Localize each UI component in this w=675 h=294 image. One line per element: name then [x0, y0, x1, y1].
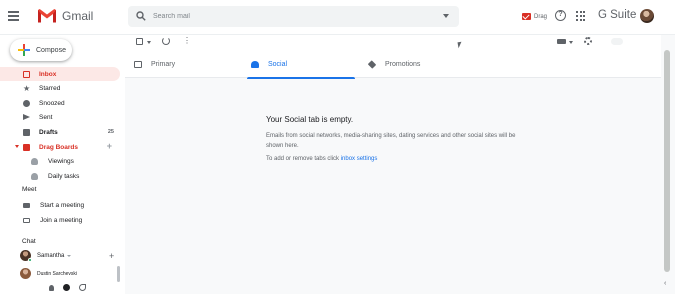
compose-button[interactable]: Compose: [10, 39, 72, 61]
compose-label: Compose: [36, 46, 66, 54]
chat-footer: [49, 284, 86, 291]
sidebar-item-label: Drafts: [39, 128, 58, 136]
sidebar-item-inbox[interactable]: Inbox: [0, 67, 120, 81]
tab-promotions[interactable]: Promotions: [367, 51, 478, 78]
account-avatar[interactable]: [640, 9, 654, 23]
gmail-logo-icon[interactable]: [37, 8, 57, 23]
chat-user-name: Samantha: [37, 252, 65, 259]
clock-icon: [23, 99, 30, 107]
people-icon: [251, 61, 259, 68]
chat-user-dustin[interactable]: Dustin Sarchevski: [20, 268, 77, 279]
drafts-count: 25: [107, 129, 114, 135]
tab-label: Promotions: [385, 61, 421, 68]
empty-state-description: Emails from social networks, media-shari…: [266, 133, 516, 149]
empty-state-title: Your Social tab is empty.: [266, 115, 354, 124]
inbox-icon: [23, 70, 30, 78]
category-tabs: Primary Social Promotions: [125, 51, 661, 79]
gear-icon[interactable]: [584, 37, 592, 45]
tab-label: Social: [268, 61, 288, 68]
search-input[interactable]: [153, 9, 423, 24]
sidebar-item-snoozed[interactable]: Snoozed: [0, 96, 120, 110]
mail-toolbar: ⋮: [125, 35, 661, 51]
main-content: ⋮ Primary Social Promotions Your Social …: [125, 35, 661, 294]
keyboard-icon: [23, 217, 30, 223]
more-options-icon[interactable]: ⋮: [183, 36, 191, 46]
send-icon: [23, 114, 30, 120]
sidebar-item-drafts[interactable]: Drafts 25: [0, 125, 120, 139]
gsuite-logo: G Suite: [598, 9, 637, 21]
draft-icon: [23, 128, 30, 136]
chat-section-title: Chat: [22, 238, 36, 245]
sidebar-item-label: Sent: [39, 113, 53, 121]
app-name: Gmail: [62, 9, 94, 23]
sidebar-item-label: Viewings: [48, 157, 74, 165]
avatar: [20, 268, 31, 279]
search-options-chevron-down-icon[interactable]: [443, 14, 449, 18]
scrollbar-thumb[interactable]: [664, 50, 670, 272]
empty-state-settings-hint: To add or remove tabs click inbox settin…: [266, 156, 377, 162]
tab-social[interactable]: Social: [247, 51, 359, 79]
mouse-cursor-icon: [457, 41, 463, 49]
phone-icon[interactable]: [79, 284, 86, 291]
drag-envelope-icon: [522, 13, 531, 20]
join-meeting-button[interactable]: Join a meeting: [0, 213, 120, 227]
sidebar: Compose Inbox ★ Starred Snoozed Sent Dra…: [0, 35, 125, 294]
new-chat-plus-icon[interactable]: +: [109, 252, 114, 261]
sidebar-item-label: Drag Boards: [39, 143, 79, 151]
refresh-icon[interactable]: [162, 37, 170, 45]
start-meeting-label: Start a meeting: [40, 201, 85, 209]
main-scrollbar[interactable]: ‹: [661, 35, 675, 294]
inbox-settings-link[interactable]: inbox settings: [341, 156, 378, 162]
sidebar-item-label: Daily tasks: [48, 172, 80, 180]
avatar: [20, 250, 32, 262]
chat-user-name: Dustin Sarchevski: [37, 270, 78, 277]
sidebar-item-sent[interactable]: Sent: [0, 110, 120, 124]
add-board-plus-icon[interactable]: +: [107, 142, 112, 151]
person-icon: [31, 172, 38, 180]
star-icon: ★: [23, 83, 31, 93]
chevron-left-icon[interactable]: ‹: [664, 280, 666, 287]
help-icon[interactable]: ?: [555, 10, 566, 21]
expand-chevron-down-icon[interactable]: [15, 145, 19, 148]
tag-icon: [367, 60, 377, 69]
people-icon: [31, 157, 38, 165]
sidebar-item-daily-tasks[interactable]: Daily tasks: [0, 169, 120, 183]
person-outline-icon[interactable]: [49, 284, 54, 291]
keyboard-input-icon[interactable]: [557, 39, 566, 44]
tab-primary[interactable]: Primary: [134, 51, 234, 78]
chat-user-samantha[interactable]: Samantha: [20, 250, 72, 262]
select-all-checkbox[interactable]: [136, 38, 143, 45]
select-chevron-down-icon[interactable]: [147, 41, 151, 44]
chat-bubble-icon[interactable]: [63, 284, 70, 291]
side-panel-toggle[interactable]: [611, 38, 623, 45]
input-tools-chevron-down-icon[interactable]: [569, 41, 573, 44]
settings-hint-text: To add or remove tabs click: [266, 156, 340, 162]
sidebar-item-label: Starred: [39, 84, 61, 92]
join-meeting-label: Join a meeting: [40, 216, 83, 224]
drag-label: Drag: [534, 13, 548, 20]
drag-button[interactable]: Drag: [522, 11, 547, 22]
sidebar-item-starred[interactable]: ★ Starred: [0, 81, 120, 95]
compose-plus-icon: [18, 44, 30, 56]
main-menu-icon[interactable]: [8, 11, 19, 21]
inbox-icon: [134, 61, 142, 68]
apps-grid-icon[interactable]: [576, 11, 586, 21]
sidebar-item-label: Inbox: [39, 70, 57, 78]
drag-board-icon: [23, 143, 30, 151]
search-bar[interactable]: [128, 6, 459, 27]
video-camera-icon: [23, 202, 30, 208]
sidebar-item-viewings[interactable]: Viewings: [0, 154, 120, 168]
start-meeting-button[interactable]: Start a meeting: [0, 198, 120, 212]
search-icon[interactable]: [136, 11, 146, 21]
sidebar-scrollbar[interactable]: [117, 266, 120, 282]
sidebar-item-drag-boards[interactable]: Drag Boards +: [0, 140, 120, 154]
sidebar-item-label: Snoozed: [39, 99, 65, 107]
tab-label: Primary: [151, 61, 176, 68]
meet-section-title: Meet: [22, 186, 37, 193]
top-bar: Gmail Drag ? G Suite: [0, 0, 675, 34]
online-status-icon: [28, 258, 32, 262]
chevron-down-icon[interactable]: [67, 254, 72, 257]
